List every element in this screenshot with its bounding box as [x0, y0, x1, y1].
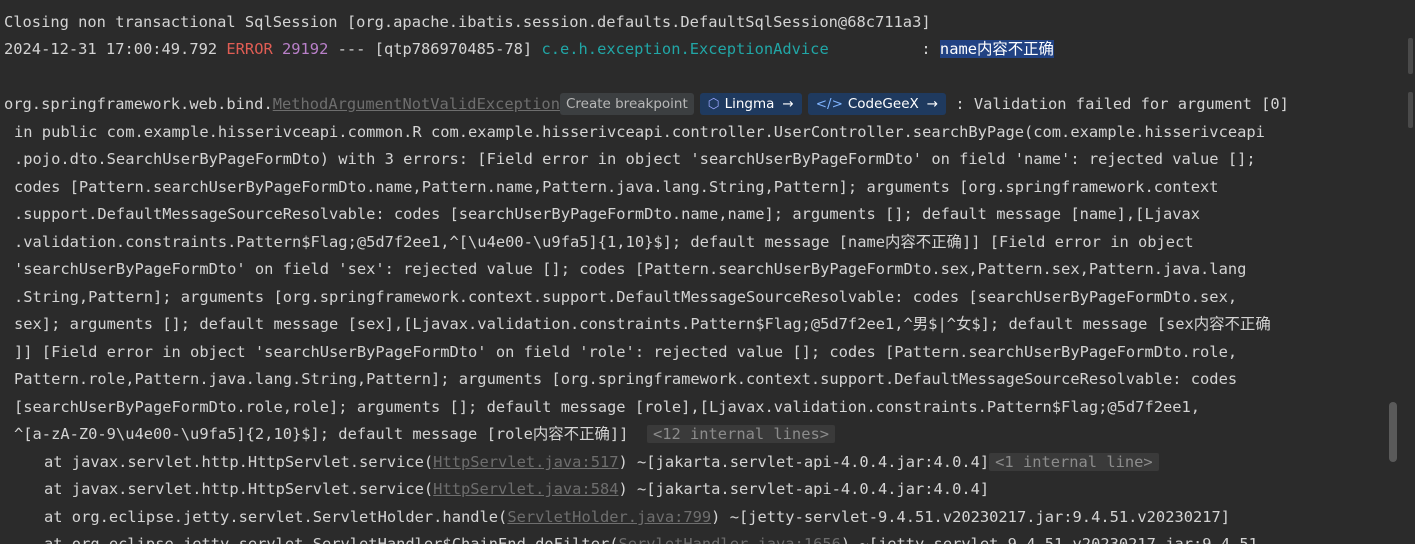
log-wrapped-line: Pattern.role,Pattern.java.lang.String,Pa… — [14, 370, 1238, 388]
lingma-label: Lingma — [724, 96, 775, 112]
lingma-icon: ⬡ — [707, 96, 720, 112]
exception-package: org.springframework.web.bind. — [4, 95, 273, 113]
scrollbar-thumb[interactable] — [1389, 402, 1397, 462]
frame-source-link[interactable]: ServletHolder.java:799 — [507, 508, 711, 526]
log-wrapped-line: in public com.example.hisserivceapi.comm… — [14, 123, 1265, 141]
log-wrapped-line: ]] [Field error in object 'searchUserByP… — [14, 343, 1238, 361]
frame-suffix: ) ~[jetty-servlet-9.4.51.v20230217.jar:9… — [840, 535, 1258, 544]
frame-suffix: ) ~[jakarta.servlet-api-4.0.4.jar:4.0.4] — [618, 453, 990, 471]
log-line-closing-session: Closing non transactional SqlSession [or… — [4, 11, 931, 33]
console-output[interactable]: Closing non transactional SqlSession [or… — [0, 0, 1385, 544]
lingma-button[interactable]: ⬡ Lingma → — [699, 93, 802, 115]
log-wrapped-line: .validation.constraints.Pattern$Flag;@5d… — [14, 233, 1194, 251]
log-line-error: 2024-12-31 17:00:49.792 ERROR 29192 --- … — [4, 38, 1054, 60]
exception-message: : Validation failed for argument [0] — [946, 95, 1289, 113]
log-level: ERROR — [226, 40, 273, 58]
stack-frame: at javax.servlet.http.HttpServlet.servic… — [44, 451, 1159, 473]
frame-suffix: ) ~[jakarta.servlet-api-4.0.4.jar:4.0.4] — [618, 480, 990, 498]
codegeex-icon: </> — [815, 96, 843, 112]
arrow-right-icon: → — [926, 96, 939, 112]
log-wrapped-last-line: ^[a-zA-Z0-9\u4e00-\u9fa5]{2,10}$]; defau… — [14, 423, 835, 445]
selected-message[interactable]: name内容不正确 — [939, 40, 1054, 58]
scroll-marker — [1408, 92, 1413, 128]
scroll-marker — [1408, 38, 1413, 74]
internal-lines-fold[interactable]: <12 internal lines> — [646, 425, 835, 443]
exception-line: org.springframework.web.bind.MethodArgum… — [4, 93, 1289, 115]
frame-source-link[interactable]: HttpServlet.java:584 — [433, 480, 618, 498]
frame-source-link[interactable]: ServletHandler.java:1656 — [619, 535, 841, 544]
frame-prefix: at org.eclipse.jetty.servlet.ServletHold… — [44, 508, 508, 526]
frame-suffix: ) ~[jetty-servlet-9.4.51.v20230217.jar:9… — [711, 508, 1231, 526]
log-separator: : — [828, 40, 940, 58]
codegeex-button[interactable]: </> CodeGeeX → — [807, 93, 947, 115]
stack-frame: at javax.servlet.http.HttpServlet.servic… — [44, 478, 989, 500]
vertical-scrollbar[interactable] — [1385, 0, 1415, 544]
log-wrapped-line: .support.DefaultMessageSourceResolvable:… — [14, 205, 1201, 223]
log-thread: --- [qtp786970485-78] — [328, 40, 542, 58]
frame-source-link[interactable]: HttpServlet.java:517 — [433, 453, 618, 471]
exception-class-link[interactable]: MethodArgumentNotValidException — [273, 95, 560, 113]
log-wrapped-line: 'searchUserByPageFormDto' on field 'sex'… — [14, 260, 1247, 278]
log-wrapped-line: sex]; arguments []; default message [sex… — [14, 315, 1271, 333]
log-timestamp: 2024-12-31 17:00:49.792 — [4, 40, 227, 58]
log-text: Closing non transactional SqlSession [or… — [4, 13, 931, 31]
log-logger: c.e.h.exception.ExceptionAdvice — [541, 40, 829, 58]
log-wrapped-line: [searchUserByPageFormDto.role,role]; arg… — [14, 398, 1201, 416]
log-wrapped-line: .pojo.dto.SearchUserByPageFormDto) with … — [14, 150, 1256, 168]
create-breakpoint-button[interactable]: Create breakpoint — [559, 93, 694, 115]
internal-line-fold[interactable]: <1 internal line> — [989, 453, 1159, 471]
log-text: ^[a-zA-Z0-9\u4e00-\u9fa5]{2,10}$]; defau… — [14, 425, 638, 443]
frame-prefix: at org.eclipse.jetty.servlet.ServletHand… — [44, 535, 619, 544]
frame-prefix: at javax.servlet.http.HttpServlet.servic… — [44, 453, 434, 471]
codegeex-label: CodeGeeX — [847, 96, 919, 112]
log-wrapped-line: codes [Pattern.searchUserByPageFormDto.n… — [14, 178, 1219, 196]
log-wrapped-line: .String,Pattern]; arguments [org.springf… — [14, 288, 1238, 306]
frame-prefix: at javax.servlet.http.HttpServlet.servic… — [44, 480, 434, 498]
stack-frame: at org.eclipse.jetty.servlet.ServletHand… — [44, 533, 1258, 544]
arrow-right-icon: → — [782, 96, 794, 112]
log-pid: 29192 — [272, 40, 329, 58]
stack-frame: at org.eclipse.jetty.servlet.ServletHold… — [44, 506, 1230, 528]
